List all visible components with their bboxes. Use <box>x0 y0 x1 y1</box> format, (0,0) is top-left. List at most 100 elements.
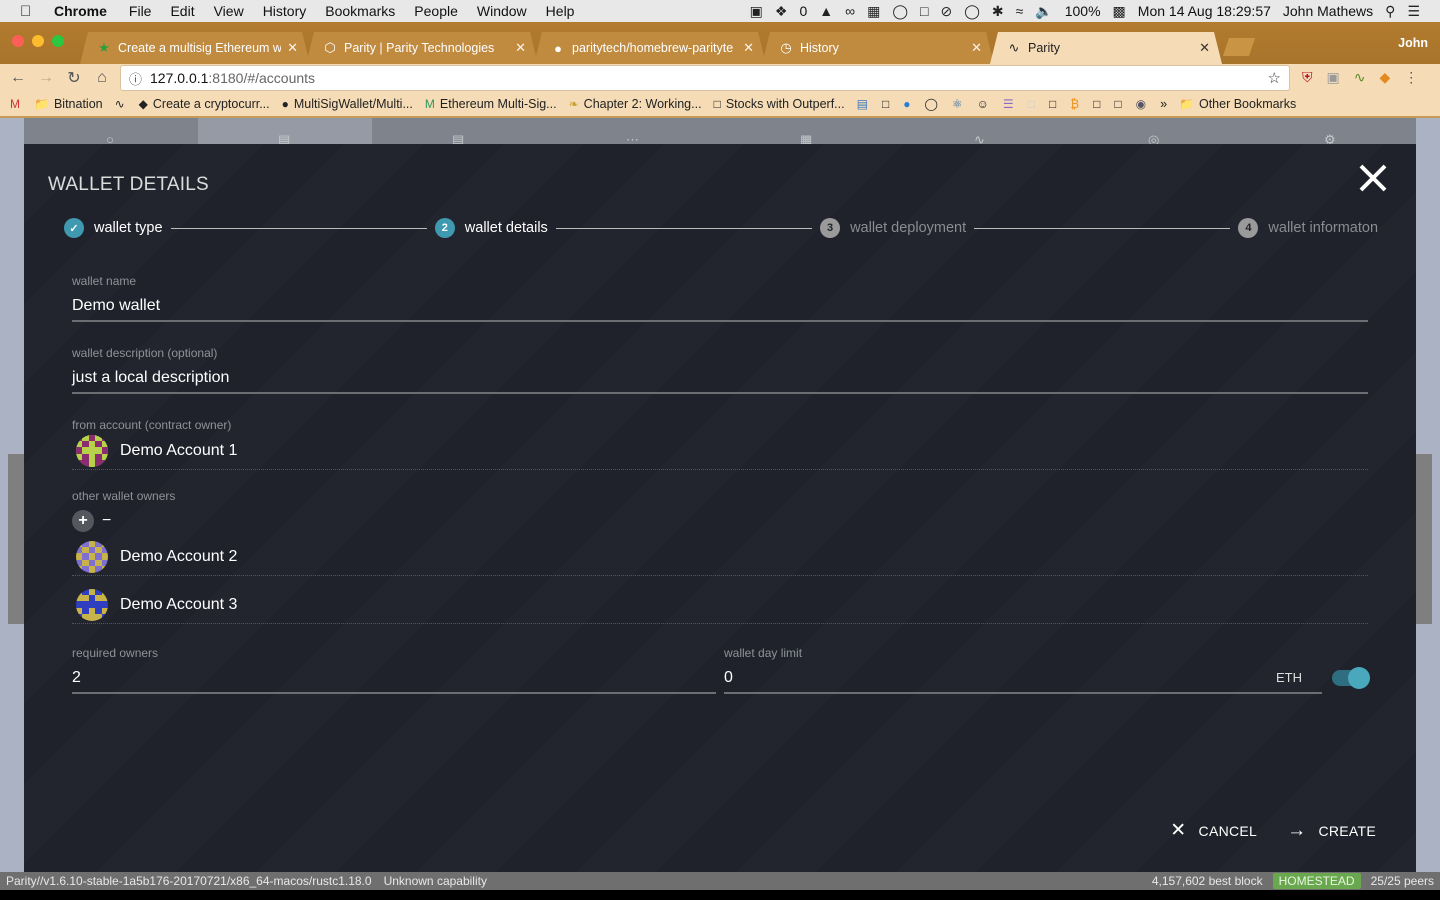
globe-bookmark-icon[interactable]: ● <box>903 97 910 111</box>
owner-select[interactable]: Demo Account 2 <box>72 538 1368 576</box>
close-icon[interactable] <box>1352 158 1392 198</box>
forward-icon[interactable]: → <box>32 69 60 87</box>
from-account-select[interactable]: Demo Account 1 <box>72 432 1368 470</box>
bookmark-item[interactable]: ◆ Create a cryptocurr... <box>139 97 270 111</box>
menu-people[interactable]: People <box>414 3 458 19</box>
site-info-icon[interactable]: ⓘ <box>129 69 142 88</box>
owner-select[interactable]: Demo Account 3 <box>72 586 1368 624</box>
battery-icon[interactable]: ▩ <box>1113 3 1126 20</box>
brain-bookmark-icon[interactable]: ◯ <box>924 97 937 111</box>
page-bookmark-icon[interactable]: □ <box>882 97 889 111</box>
remove-owner-button[interactable]: − <box>102 512 111 530</box>
menu-view[interactable]: View <box>214 3 244 19</box>
circle-tray-icon[interactable]: ◯ <box>892 3 908 20</box>
clock[interactable]: Mon 14 Aug 18:29:57 <box>1138 3 1271 19</box>
browser-tab[interactable]: ⬡ Parity | Parity Technologies ✕ <box>306 32 538 64</box>
volume-icon[interactable]: 🔈 <box>1035 3 1052 20</box>
parity-bookmark-icon[interactable]: ∿ <box>115 97 125 111</box>
browser-tab[interactable]: ★ Create a multisig Ethereum wa ✕ <box>80 32 310 64</box>
step-number: 2 <box>434 218 455 238</box>
field-label: wallet name <box>72 274 137 288</box>
notification-bell-icon[interactable]: ▲ <box>819 3 833 19</box>
glasses-icon[interactable]: ∞ <box>845 3 855 19</box>
menu-history[interactable]: History <box>263 3 307 19</box>
bookmark-label: MultiSigWallet/Multi... <box>293 97 413 111</box>
browser-tab-active[interactable]: ∿ Parity ✕ <box>990 32 1222 64</box>
close-tab-icon[interactable]: ✕ <box>287 40 298 56</box>
avatar-bookmark-icon[interactable]: ☺ <box>977 97 989 111</box>
wifi-icon[interactable]: ≈ <box>1016 3 1024 19</box>
home-icon[interactable]: ⌂ <box>88 69 116 87</box>
gmail-icon[interactable]: M <box>10 97 20 111</box>
app-tray-icon[interactable]: ▦ <box>867 3 880 20</box>
maximize-window-button[interactable] <box>52 35 64 47</box>
menu-window[interactable]: Window <box>477 3 527 19</box>
page-bookmark-icon[interactable]: □ <box>1114 97 1121 111</box>
minimize-window-button[interactable] <box>32 35 44 47</box>
profile-button[interactable]: John <box>1398 36 1428 50</box>
ethereum-circle-bookmark-icon[interactable]: ◉ <box>1136 97 1146 111</box>
typeit-icon[interactable]: ▣ <box>750 3 763 20</box>
bitcoin-bookmark-icon[interactable]: ₿ <box>1070 97 1079 111</box>
page-bookmark-icon[interactable]: □ <box>1093 97 1100 111</box>
address-bar[interactable]: ⓘ 127.0.0.1 :8180/#/accounts ☆ <box>120 65 1290 91</box>
menu-app-name[interactable]: Chrome <box>54 3 107 19</box>
bookmark-item[interactable]: 📁 Bitnation <box>34 97 103 111</box>
bookmark-label: Chapter 2: Working... <box>583 97 702 111</box>
do-not-disturb-icon[interactable]: ⊘ <box>940 3 952 20</box>
bluetooth-icon[interactable]: ✱ <box>992 3 1004 20</box>
close-tab-icon[interactable]: ✕ <box>515 40 526 56</box>
github-icon: ● <box>554 40 562 56</box>
bookmark-item[interactable]: ● MultiSigWallet/Multi... <box>282 97 413 111</box>
bookmark-item[interactable]: ❧ Chapter 2: Working... <box>569 97 702 111</box>
apple-icon[interactable]:  <box>20 3 38 20</box>
user-name[interactable]: John Mathews <box>1283 3 1373 19</box>
parity-extension-icon[interactable]: ∿ <box>1354 69 1366 86</box>
dropbox-icon[interactable]: ❖ <box>775 3 788 20</box>
bookmarks-bar: M 📁 Bitnation ∿ ◆ Create a cryptocurr... ●… <box>0 92 1440 118</box>
square-tray-icon[interactable]: □ <box>920 3 928 19</box>
bookmark-item[interactable]: M Ethereum Multi-Sig... <box>425 97 557 111</box>
atom-bookmark-icon[interactable]: ⚛ <box>952 97 963 111</box>
faded-bookmark-icon[interactable]: □ <box>1028 97 1035 111</box>
wallet-name-field: wallet name Demo wallet <box>72 274 1368 322</box>
chart-bookmark-icon[interactable]: ▤ <box>857 97 868 111</box>
menu-file[interactable]: File <box>129 3 152 19</box>
chat-bubble-icon[interactable]: ◯ <box>964 3 980 20</box>
close-tab-icon[interactable]: ✕ <box>1199 40 1210 56</box>
browser-tab[interactable]: ◷ History ✕ <box>762 32 994 64</box>
close-tab-icon[interactable]: ✕ <box>971 40 982 56</box>
reload-icon[interactable]: ↻ <box>60 68 88 88</box>
day-limit-toggle[interactable] <box>1332 667 1370 689</box>
create-button[interactable]: → CREATE <box>1287 819 1376 842</box>
ublock-icon[interactable]: ⛨ <box>1302 69 1313 86</box>
wallet-description-input[interactable]: just a local description <box>72 369 1368 394</box>
peer-count: 25/25 peers <box>1370 874 1434 888</box>
menu-bookmarks[interactable]: Bookmarks <box>325 3 395 19</box>
back-icon[interactable]: ← <box>4 69 32 87</box>
browser-tab[interactable]: ● paritytech/homebrew-parityte ✕ <box>534 32 766 64</box>
spotlight-search-icon[interactable]: ⚲ <box>1385 3 1395 20</box>
bookmarks-overflow-button[interactable]: » <box>1160 97 1167 111</box>
close-tab-icon[interactable]: ✕ <box>743 40 754 56</box>
notification-center-icon[interactable]: ☰ <box>1407 3 1420 20</box>
required-owners-input[interactable]: 2 <box>72 669 716 694</box>
other-bookmarks[interactable]: 📁 Other Bookmarks <box>1179 97 1296 111</box>
cancel-button[interactable]: ✕ CANCEL <box>1170 819 1257 842</box>
menubar-tray: ▣ ❖ 0 ▲ ∞ ▦ ◯ □ ⊘ ◯ ✱ ≈ 🔈 100% ▩ Mon 14 … <box>750 3 1440 20</box>
extension-icon[interactable]: ▣ <box>1327 69 1340 86</box>
chrome-menu-icon[interactable]: ⋮ <box>1404 69 1418 86</box>
add-owner-button[interactable]: + <box>72 510 94 532</box>
wallet-name-input[interactable]: Demo wallet <box>72 297 1368 322</box>
day-limit-input[interactable]: 0 <box>724 669 1322 694</box>
metamask-fox-icon[interactable]: ◆ <box>1379 69 1390 86</box>
new-tab-button[interactable] <box>1223 38 1255 56</box>
identicon-avatar <box>76 434 108 467</box>
list-bookmark-icon[interactable]: ☰ <box>1003 97 1014 111</box>
bookmark-item[interactable]: □ Stocks with Outperf... <box>714 97 845 111</box>
menu-help[interactable]: Help <box>546 3 575 19</box>
page-bookmark-icon[interactable]: □ <box>1049 97 1056 111</box>
bookmark-star-icon[interactable]: ☆ <box>1268 69 1281 87</box>
menu-edit[interactable]: Edit <box>170 3 194 19</box>
close-window-button[interactable] <box>12 35 24 47</box>
